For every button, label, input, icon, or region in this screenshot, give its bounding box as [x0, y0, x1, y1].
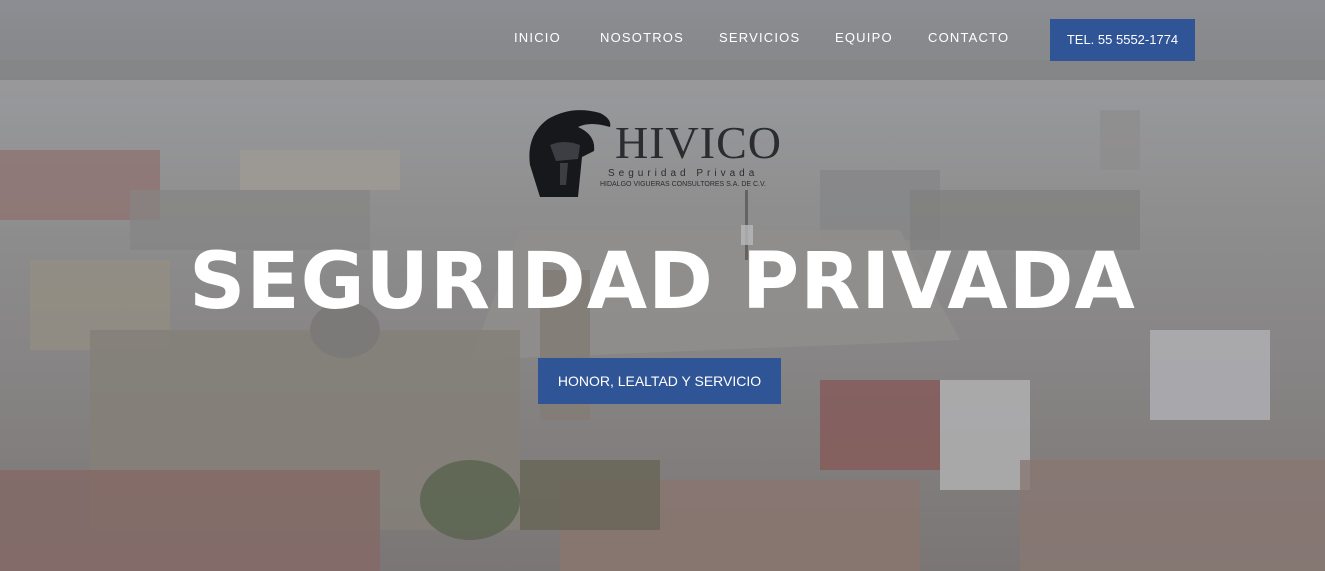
telephone-button[interactable]: TEL. 55 5552-1774 [1050, 19, 1195, 61]
nav-item-nosotros[interactable]: NOSOTROS [600, 30, 684, 45]
tagline-banner: HONOR, LEALTAD Y SERVICIO [538, 358, 781, 404]
logo-subtitle: Seguridad Privada [608, 168, 759, 179]
top-navigation-bar: INICIO NOSOTROS SERVICIOS EQUIPO CONTACT… [0, 0, 1325, 80]
logo-company-name: HIDALGO VIGUERAS CONSULTORES S.A. DE C.V… [600, 181, 766, 188]
hivico-logo[interactable]: HIVICO Seguridad Privada HIDALGO VIGUERA… [520, 105, 800, 205]
spartan-helmet-icon [529, 110, 611, 197]
hero-title: SEGURIDAD PRIVADA [189, 237, 1136, 327]
nav-item-equipo[interactable]: EQUIPO [835, 30, 893, 45]
hero-section: INICIO NOSOTROS SERVICIOS EQUIPO CONTACT… [0, 0, 1325, 571]
nav-item-servicios[interactable]: SERVICIOS [719, 30, 800, 45]
logo-name: HIVICO [615, 117, 782, 168]
nav-item-inicio[interactable]: INICIO [514, 30, 561, 45]
nav-item-contacto[interactable]: CONTACTO [928, 30, 1009, 45]
